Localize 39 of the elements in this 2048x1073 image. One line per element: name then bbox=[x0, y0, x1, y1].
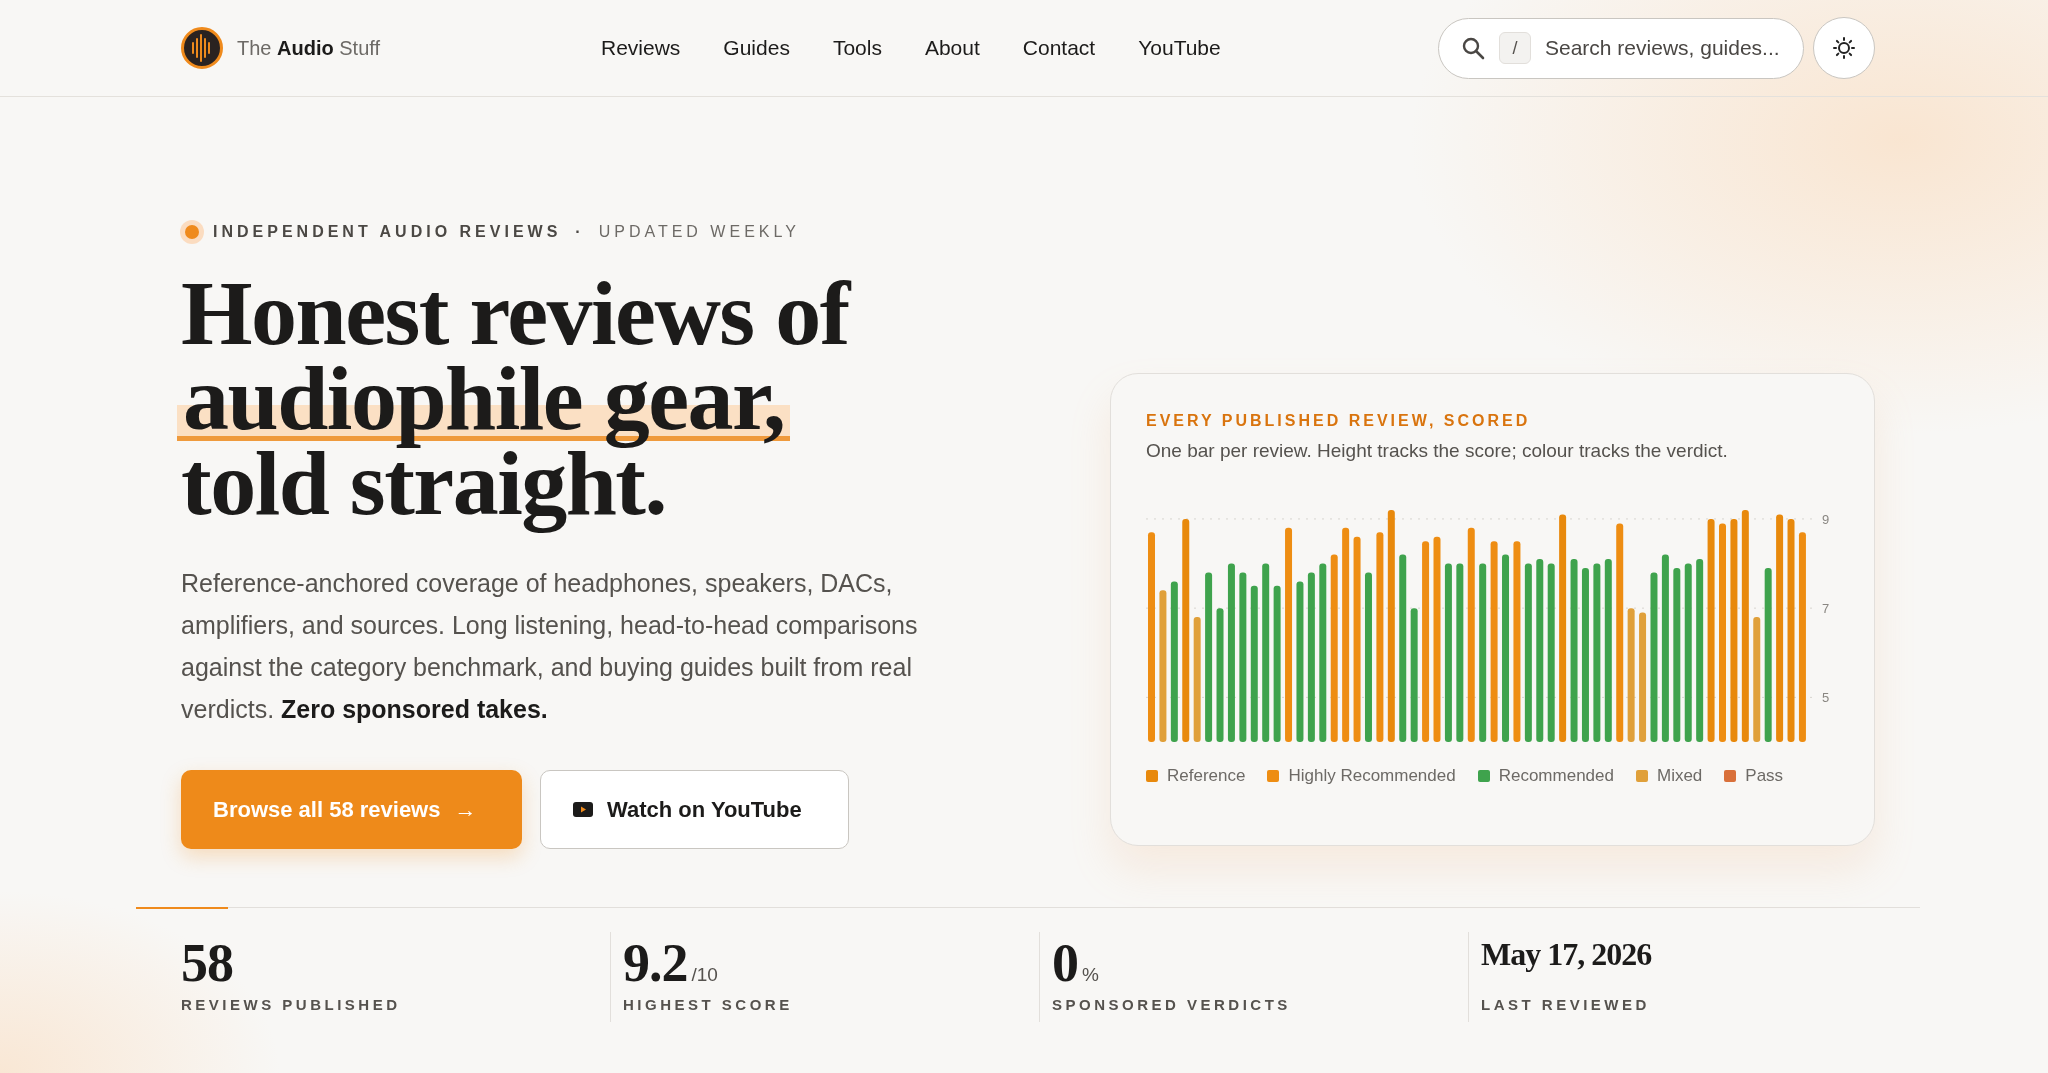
legend-label: Recommended bbox=[1498, 766, 1614, 786]
stat-value: 9.2 bbox=[623, 932, 688, 994]
nav-link[interactable]: Reviews bbox=[601, 36, 681, 60]
nav-link[interactable]: Tools bbox=[832, 36, 882, 60]
stat-value: 0 bbox=[1052, 932, 1078, 994]
logo-icon bbox=[181, 27, 223, 69]
search-input[interactable]: Search reviews, guides... bbox=[1545, 36, 1785, 60]
stat-unit: /10 bbox=[691, 964, 718, 986]
video-play-icon bbox=[573, 802, 593, 817]
stat-label: LAST REVIEWED bbox=[1481, 996, 1651, 1013]
search-field[interactable]: / Search reviews, guides... bbox=[1438, 17, 1804, 79]
nav-link[interactable]: Contact bbox=[1022, 36, 1096, 60]
stat-value: 58 bbox=[181, 932, 233, 994]
shortcut-key: / bbox=[1499, 32, 1531, 64]
stat-label: REVIEWS PUBLISHED bbox=[181, 996, 402, 1013]
chart-caption: One bar per review. Height tracks the score; colour tracks the verdict. bbox=[1146, 440, 1729, 462]
axis-tick-label: 5 bbox=[1822, 690, 1830, 706]
intro-paragraph: Reference-anchored coverage of headphones, speakers, DACs, amplifiers, and sources. Long listening, head-to-head comparisons against the category benchmark, and buying guides built from real verdicts. Zero sponsored takes. bbox=[181, 568, 919, 725]
eyebrow-text: INDEPENDENT AUDIO REVIEWS bbox=[213, 223, 562, 241]
separator-dot: · bbox=[575, 223, 585, 241]
axis-tick-label: 7 bbox=[1822, 601, 1830, 617]
legend-label: Highly Recommended bbox=[1288, 766, 1456, 786]
stat-value: May 17, 2026 bbox=[1481, 936, 1652, 973]
sun-icon bbox=[1833, 37, 1855, 59]
search-icon bbox=[1461, 36, 1485, 60]
stat-unit: % bbox=[1082, 964, 1099, 986]
chart-title: EVERY PUBLISHED REVIEW, SCORED bbox=[1146, 412, 1532, 430]
nav-link[interactable]: YouTube bbox=[1138, 36, 1221, 60]
stat-label: HIGHEST SCORE bbox=[623, 996, 794, 1013]
youtube-button[interactable]: Watch on YouTube bbox=[540, 770, 849, 849]
legend-label: Mixed bbox=[1656, 766, 1703, 786]
nav-link[interactable]: Guides bbox=[723, 36, 790, 60]
legend-label: Pass bbox=[1745, 766, 1784, 786]
legend-label: Reference bbox=[1167, 766, 1246, 786]
eyebrow-text: UPDATED WEEKLY bbox=[598, 223, 800, 241]
stat-label: SPONSORED VERDICTS bbox=[1052, 996, 1292, 1013]
brand-name[interactable]: The Audio Stuff bbox=[237, 36, 380, 60]
axis-tick-label: 9 bbox=[1822, 511, 1830, 527]
nav-link[interactable]: About bbox=[924, 36, 980, 60]
